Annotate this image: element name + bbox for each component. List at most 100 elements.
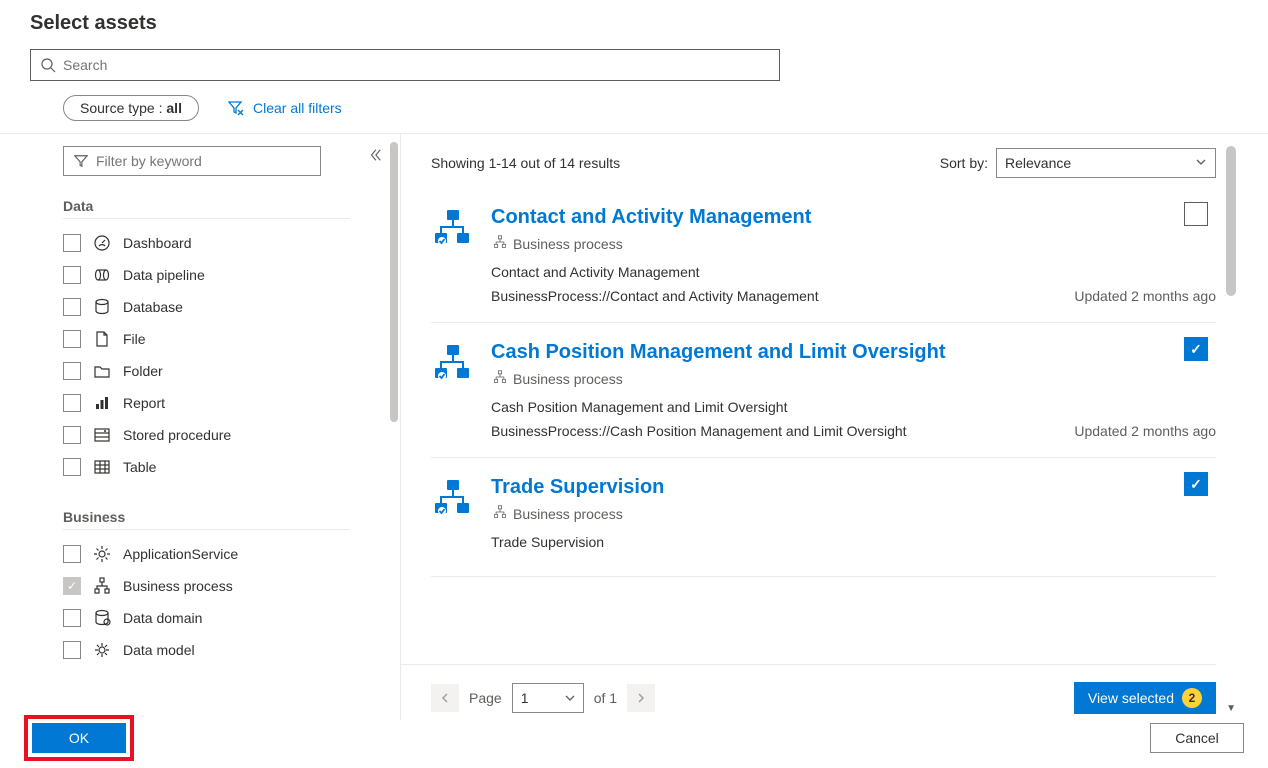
process-small-icon [493,370,507,387]
page-title: Select assets [30,12,1238,35]
result-title[interactable]: Cash Position Management and Limit Overs… [491,341,1216,364]
app-service-icon [93,545,111,563]
ok-button-highlight: OK [24,715,134,761]
filter-keyword-input[interactable] [90,152,312,170]
result-updated: Updated 2 months ago [1074,288,1216,304]
filter-group-header: Data [63,194,350,219]
model-icon [93,641,111,659]
filter-item[interactable]: Data domain [63,602,350,634]
process-icon [431,206,473,248]
filter-clear-icon [227,99,245,117]
filter-item-label: Business process [123,578,233,594]
result-title[interactable]: Trade Supervision [491,476,1216,499]
filter-item-label: Table [123,459,156,475]
filter-item[interactable]: File [63,323,350,355]
result-path: BusinessProcess://Contact and Activity M… [491,288,819,304]
filter-item-label: File [123,331,146,347]
filter-item-label: Data model [123,642,195,658]
filter-checkbox[interactable] [63,266,81,284]
filter-checkbox[interactable] [63,362,81,380]
filter-checkbox[interactable] [63,330,81,348]
filter-item-label: ApplicationService [123,546,238,562]
collapse-sidebar-icon[interactable] [368,149,382,165]
search-box[interactable] [30,49,780,81]
process-small-icon [493,505,507,522]
filter-item[interactable]: Stored procedure [63,419,350,451]
result-select-checkbox[interactable] [1184,337,1208,361]
chevron-down-icon [1195,155,1207,171]
page-label: Page [469,690,502,706]
filter-item[interactable]: Database [63,291,350,323]
filter-item[interactable]: ApplicationService [63,538,350,570]
filter-checkbox[interactable] [63,545,81,563]
page-select-value: 1 [521,690,529,706]
ok-button[interactable]: OK [32,723,126,753]
filter-item[interactable]: Data pipeline [63,259,350,291]
source-type-label-text: Source type : [80,100,166,116]
result-select-checkbox[interactable] [1184,202,1208,226]
filter-checkbox[interactable] [63,426,81,444]
report-icon [93,394,111,412]
filter-item-label: Stored procedure [123,427,231,443]
filter-item[interactable]: Dashboard [63,227,350,259]
page-of-label: of 1 [594,690,617,706]
filter-checkbox[interactable] [63,458,81,476]
folder-icon [93,362,111,380]
view-selected-count-badge: 2 [1182,688,1202,708]
left-scrollbar-thumb[interactable] [390,142,398,422]
search-icon [39,56,57,74]
result-row: Trade Supervision Business process Trade S… [431,458,1216,577]
result-path: BusinessProcess://Cash Position Manageme… [491,423,907,439]
filter-item-label: Database [123,299,183,315]
view-selected-label: View selected [1088,690,1174,706]
filter-checkbox[interactable] [63,609,81,627]
clear-all-filters[interactable]: Clear all filters [227,99,342,117]
process-icon [431,341,473,383]
pipeline-icon [93,266,111,284]
filter-checkbox [63,577,81,595]
result-select-checkbox[interactable] [1184,472,1208,496]
dashboard-icon [93,234,111,252]
filter-group-header: Business [63,505,350,530]
result-type: Business process [493,370,1216,387]
source-type-pill[interactable]: Source type : all [63,95,199,121]
cancel-button[interactable]: Cancel [1150,723,1244,753]
process-small-icon [493,235,507,252]
search-input[interactable] [57,56,771,74]
clear-all-filters-label: Clear all filters [253,100,342,116]
filter-item-label: Folder [123,363,163,379]
filter-keyword-box[interactable] [63,146,321,176]
database-icon [93,298,111,316]
process-icon [431,476,473,518]
stored-proc-icon [93,426,111,444]
table-icon [93,458,111,476]
chevron-down-icon [565,690,575,706]
result-description: Contact and Activity Management [491,264,1216,280]
filter-icon [72,152,90,170]
filter-item[interactable]: Business process [63,570,350,602]
file-icon [93,330,111,348]
filter-item[interactable]: Data model [63,634,350,666]
result-description: Trade Supervision [491,534,1216,550]
filter-item-label: Report [123,395,165,411]
result-title[interactable]: Contact and Activity Management [491,206,1216,229]
filter-item[interactable]: Folder [63,355,350,387]
result-description: Cash Position Management and Limit Overs… [491,399,1216,415]
filter-item-label: Dashboard [123,235,192,251]
filter-item[interactable]: Report [63,387,350,419]
filter-checkbox[interactable] [63,641,81,659]
process-icon [93,577,111,595]
filter-item[interactable]: Table [63,451,350,483]
sort-select[interactable]: Relevance [996,148,1216,178]
right-scrollbar-thumb[interactable] [1226,146,1236,296]
result-row: Cash Position Management and Limit Overs… [431,323,1216,458]
filter-checkbox[interactable] [63,234,81,252]
filter-checkbox[interactable] [63,394,81,412]
sort-select-value: Relevance [1005,155,1071,171]
results-summary: Showing 1-14 out of 14 results [431,155,620,171]
result-type: Business process [493,505,1216,522]
result-row: Contact and Activity Management Business … [431,188,1216,323]
filter-checkbox[interactable] [63,298,81,316]
result-type: Business process [493,235,1216,252]
filter-item-label: Data pipeline [123,267,205,283]
